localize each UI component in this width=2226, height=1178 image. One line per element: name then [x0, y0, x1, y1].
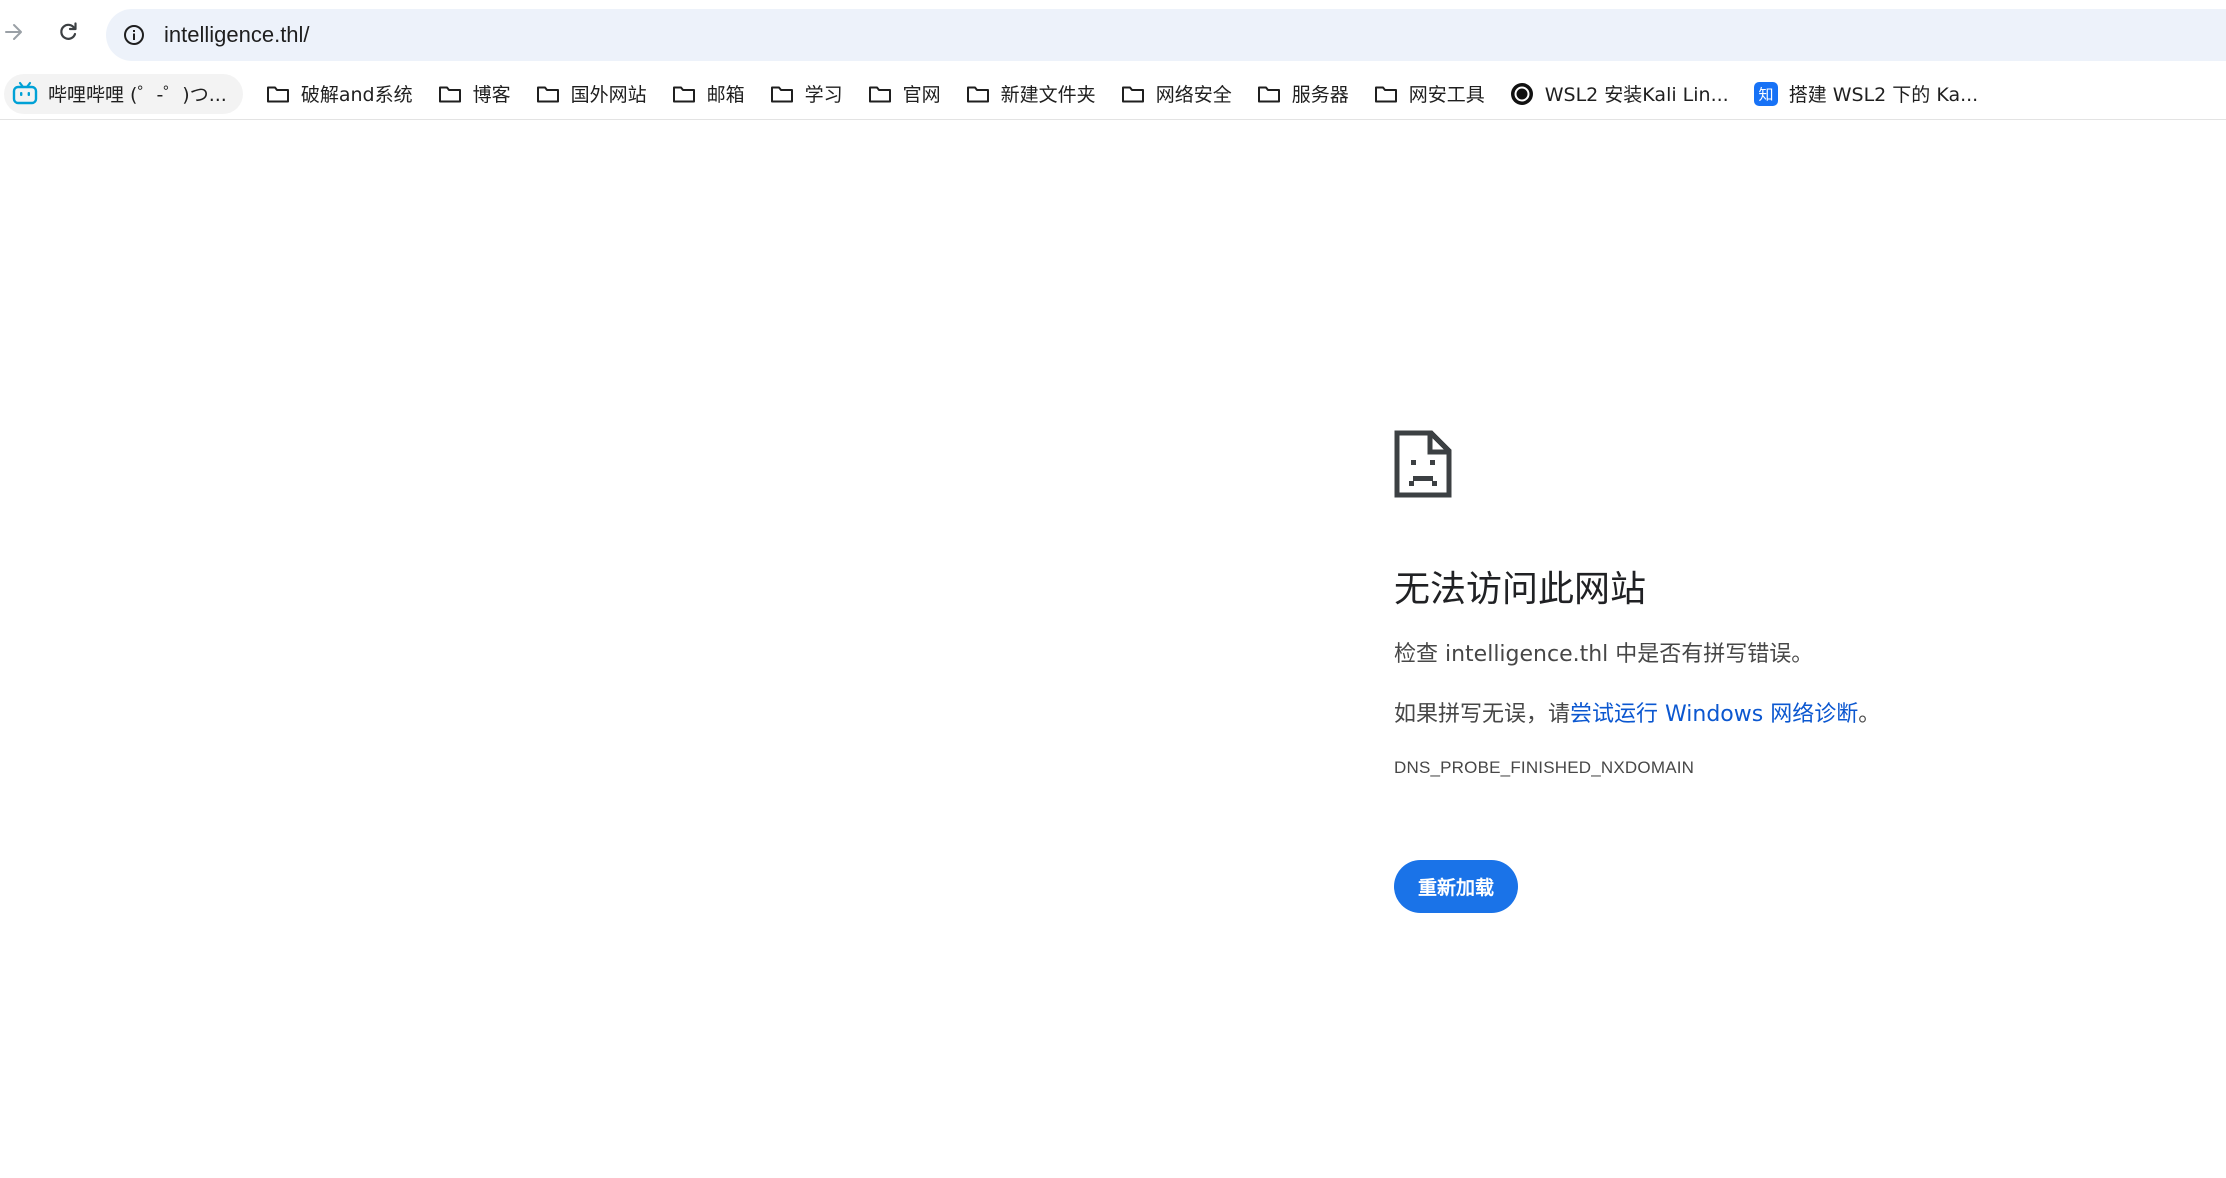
bookmark-label: 官网: [902, 84, 941, 106]
bookmark-label: 网络安全: [1155, 84, 1232, 106]
sad-page-icon: [1394, 430, 1452, 498]
folder-icon: [1373, 81, 1399, 107]
reload-button[interactable]: [48, 14, 88, 54]
bookmark-label: 国外网站: [570, 84, 647, 106]
bookmark-bilibili[interactable]: 哔哩哔哩 (゜-゜)つ...: [4, 73, 243, 114]
info-icon[interactable]: [116, 17, 152, 53]
error-code: DNS_PROBE_FINISHED_NXDOMAIN: [1394, 758, 1695, 777]
bookmark-folder-mail[interactable]: 邮箱: [663, 74, 757, 114]
forward-button[interactable]: [0, 14, 34, 54]
folder-icon: [1120, 81, 1146, 107]
circle-site-icon: [1509, 81, 1535, 107]
folder-icon: [867, 81, 893, 107]
arrow-right-icon: [2, 20, 26, 48]
reload-icon: [56, 20, 80, 48]
error-title: 无法访问此网站: [1394, 569, 1647, 610]
diagnostics-suffix: 。: [1858, 702, 1881, 727]
error-page: 无法访问此网站 检查 intelligence.thl 中是否有拼写错误。 如果…: [1394, 430, 2194, 913]
bookmark-label: 搭建 WSL2 下的 Ka...: [1788, 84, 1979, 106]
folder-icon: [1256, 81, 1282, 107]
bookmark-label: 服务器: [1291, 84, 1349, 106]
bookmark-folder-foreign-sites[interactable]: 国外网站: [527, 74, 659, 114]
error-diagnostics-hint: 如果拼写无误，请尝试运行 Windows 网络诊断。: [1394, 696, 2194, 728]
folder-icon: [535, 81, 561, 107]
bookmark-folder-crack-system[interactable]: 破解and系统: [257, 74, 425, 114]
folder-icon: [671, 81, 697, 107]
bookmark-folder-blog[interactable]: 博客: [429, 74, 523, 114]
bilibili-icon: [12, 81, 38, 107]
bookmark-label: 邮箱: [706, 84, 745, 106]
bookmark-folder-sec-tools[interactable]: 网安工具: [1365, 74, 1497, 114]
reload-page-button[interactable]: 重新加载: [1394, 860, 1519, 913]
bookmark-label: 网安工具: [1408, 84, 1485, 106]
zhihu-icon: 知: [1753, 81, 1779, 107]
bookmark-label: 破解and系统: [300, 84, 413, 106]
bookmark-label: 新建文件夹: [1000, 84, 1096, 106]
browser-toolbar: intelligence.thl/: [0, 0, 2226, 68]
bookmark-folder-official[interactable]: 官网: [859, 74, 953, 114]
svg-text:知: 知: [1758, 85, 1773, 103]
folder-icon: [965, 81, 991, 107]
folder-icon: [265, 81, 291, 107]
url-text[interactable]: intelligence.thl/: [164, 22, 310, 48]
bookmark-folder-new[interactable]: 新建文件夹: [957, 74, 1108, 114]
folder-icon: [437, 81, 463, 107]
network-diagnostics-link[interactable]: 尝试运行 Windows 网络诊断: [1570, 702, 1858, 727]
folder-icon: [769, 81, 795, 107]
bookmark-folder-netsec[interactable]: 网络安全: [1112, 74, 1244, 114]
bookmark-wsl2-kali[interactable]: WSL2 安装Kali Lin...: [1501, 74, 1741, 114]
bookmark-folder-study[interactable]: 学习: [761, 74, 855, 114]
bookmark-label: 哔哩哔哩 (゜-゜)つ...: [48, 84, 227, 106]
bookmark-zhihu-wsl2[interactable]: 知 搭建 WSL2 下的 Ka...: [1745, 74, 1991, 114]
bookmark-label: WSL2 安装Kali Lin...: [1544, 84, 1729, 106]
bookmark-label: 博客: [472, 84, 511, 106]
bookmark-label: 学习: [804, 84, 843, 106]
bookmarks-bar: 哔哩哔哩 (゜-゜)つ... 破解and系统 博客 国外网站 邮箱 学习 官网 …: [0, 68, 2226, 120]
bookmark-folder-servers[interactable]: 服务器: [1248, 74, 1361, 114]
address-bar[interactable]: intelligence.thl/: [106, 9, 2226, 61]
error-spelling-hint: 检查 intelligence.thl 中是否有拼写错误。: [1394, 642, 1814, 667]
diagnostics-prefix: 如果拼写无误，请: [1394, 702, 1571, 727]
